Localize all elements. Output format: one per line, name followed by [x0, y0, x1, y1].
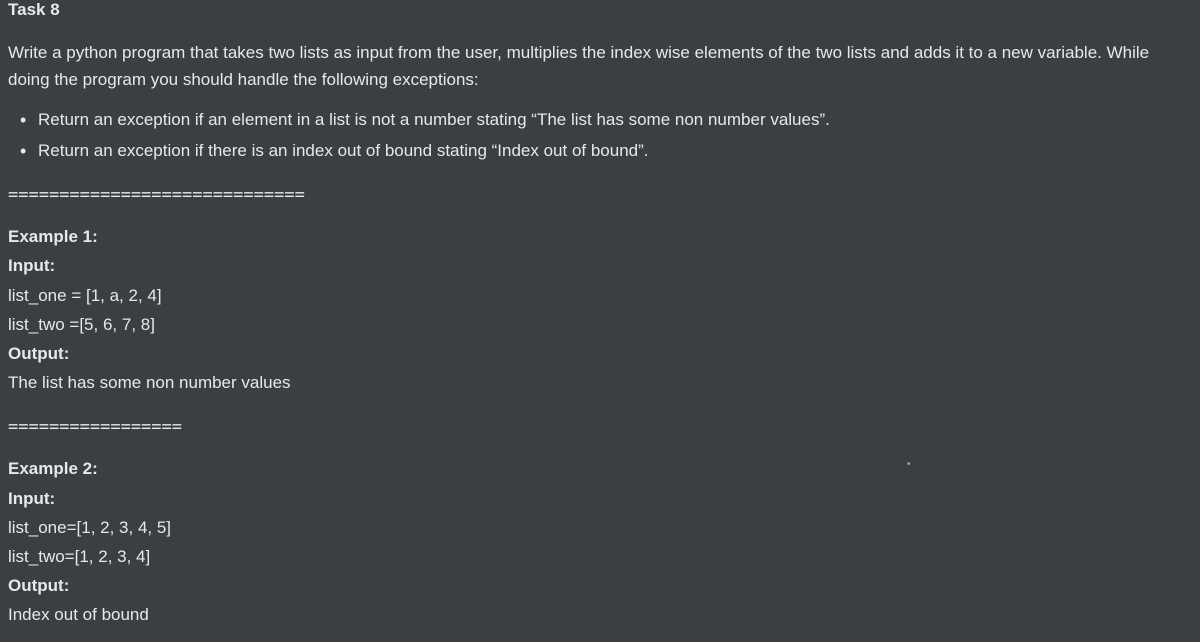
example-1: Example 1: Input: list_one = [1, a, 2, 4… [8, 223, 1192, 396]
separator: ============================= [8, 182, 1192, 209]
example-2: Example 2: Input: list_one=[1, 2, 3, 4, … [8, 455, 1192, 628]
example-title: Example 2: [8, 455, 1192, 482]
list-item: Return an exception if there is an index… [38, 137, 1192, 164]
input-label: Input: [8, 252, 1192, 279]
dot-marker: • [907, 457, 911, 473]
list-two-value: list_two =[5, 6, 7, 8] [8, 311, 1192, 338]
list-item: Return an exception if an element in a l… [38, 106, 1192, 133]
exception-list: Return an exception if an element in a l… [8, 106, 1192, 164]
list-one-value: list_one=[1, 2, 3, 4, 5] [8, 514, 1192, 541]
output-value: Index out of bound [8, 601, 1192, 628]
example-title: Example 1: [8, 223, 1192, 250]
separator: ================= [8, 414, 1192, 441]
output-label: Output: [8, 340, 1192, 367]
task-header: Task 8 [8, 0, 1192, 23]
input-label: Input: [8, 485, 1192, 512]
output-label: Output: [8, 572, 1192, 599]
task-description: Write a python program that takes two li… [8, 39, 1192, 93]
output-value: The list has some non number values [8, 369, 1192, 396]
list-one-value: list_one = [1, a, 2, 4] [8, 282, 1192, 309]
list-two-value: list_two=[1, 2, 3, 4] [8, 543, 1192, 570]
